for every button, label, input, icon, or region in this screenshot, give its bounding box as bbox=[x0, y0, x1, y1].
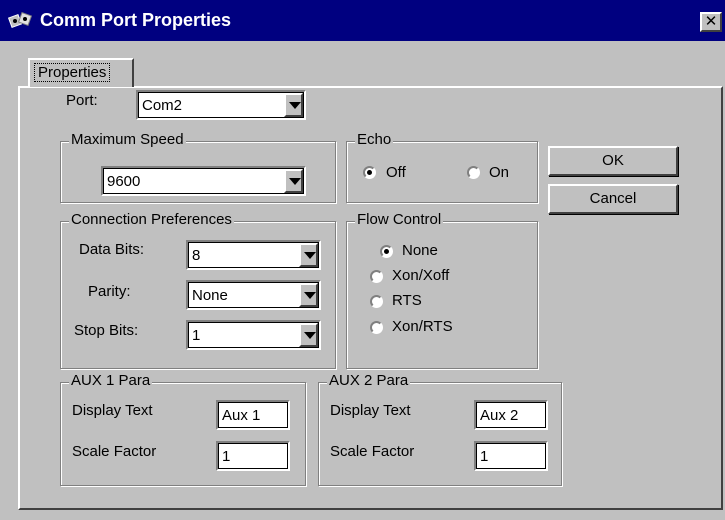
flow-none-radio[interactable] bbox=[380, 245, 393, 258]
port-value: Com2 bbox=[142, 97, 183, 114]
close-icon: ✕ bbox=[704, 13, 718, 30]
flow-none-label[interactable]: None bbox=[402, 242, 438, 259]
ok-button-label: OK bbox=[602, 152, 624, 169]
cancel-button[interactable]: Cancel bbox=[548, 184, 678, 214]
title-bar[interactable]: Comm Port Properties ✕ bbox=[0, 0, 725, 41]
data-bits-label: Data Bits: bbox=[79, 241, 145, 258]
aux1-display-text-value: Aux 1 bbox=[222, 407, 261, 424]
close-button[interactable]: ✕ bbox=[700, 12, 722, 32]
flow-control-legend: Flow Control bbox=[355, 211, 444, 228]
maximum-speed-value: 9600 bbox=[107, 173, 141, 190]
connection-preferences-legend: Connection Preferences bbox=[69, 211, 234, 228]
aux1-scale-factor-value: 1 bbox=[222, 448, 231, 465]
flow-xon-xoff-label[interactable]: Xon/Xoff bbox=[392, 267, 449, 284]
maximum-speed-legend: Maximum Speed bbox=[69, 131, 186, 148]
comm-ports-icon bbox=[8, 12, 33, 29]
tab-properties-label: Properties bbox=[34, 63, 111, 82]
flow-rts-label[interactable]: RTS bbox=[392, 292, 422, 309]
data-bits-value: 8 bbox=[192, 247, 201, 264]
ok-button[interactable]: OK bbox=[548, 146, 678, 176]
aux1-display-text-label: Display Text bbox=[72, 402, 153, 419]
parity-dropdown-arrow-icon[interactable] bbox=[299, 283, 318, 307]
port-dropdown-arrow-icon[interactable] bbox=[284, 93, 303, 117]
aux2-scale-factor-label: Scale Factor bbox=[330, 443, 415, 460]
aux1-legend: AUX 1 Para bbox=[69, 372, 153, 389]
aux2-display-text-input[interactable]: Aux 2 bbox=[474, 400, 548, 430]
cancel-button-label: Cancel bbox=[589, 190, 637, 207]
aux1-display-text-input[interactable]: Aux 1 bbox=[216, 400, 290, 430]
parity-value: None bbox=[192, 287, 228, 304]
port-label: Port: bbox=[66, 92, 98, 109]
flow-xon-rts-radio[interactable] bbox=[370, 321, 383, 334]
port-select[interactable]: Com2 bbox=[136, 90, 306, 120]
window-title: Comm Port Properties bbox=[40, 10, 232, 30]
maximum-speed-select[interactable]: 9600 bbox=[101, 166, 306, 196]
echo-legend: Echo bbox=[355, 131, 394, 148]
aux1-scale-factor-input[interactable]: 1 bbox=[216, 441, 290, 471]
aux2-scale-factor-input[interactable]: 1 bbox=[474, 441, 548, 471]
stop-bits-label: Stop Bits: bbox=[74, 322, 139, 339]
echo-on-label[interactable]: On bbox=[489, 164, 509, 181]
aux2-display-text-value: Aux 2 bbox=[480, 407, 519, 424]
aux2-scale-factor-value: 1 bbox=[480, 448, 489, 465]
maximum-speed-dropdown-arrow-icon[interactable] bbox=[284, 169, 303, 193]
data-bits-dropdown-arrow-icon[interactable] bbox=[299, 243, 318, 267]
flow-rts-radio[interactable] bbox=[370, 295, 383, 308]
stop-bits-select[interactable]: 1 bbox=[186, 320, 321, 350]
flow-xon-xoff-radio[interactable] bbox=[370, 270, 383, 283]
aux2-legend: AUX 2 Para bbox=[327, 372, 411, 389]
aux2-display-text-label: Display Text bbox=[330, 402, 411, 419]
aux1-scale-factor-label: Scale Factor bbox=[72, 443, 157, 460]
parity-label: Parity: bbox=[88, 283, 131, 300]
tab-properties[interactable]: Properties bbox=[28, 58, 134, 87]
echo-on-radio[interactable] bbox=[467, 166, 480, 179]
stop-bits-value: 1 bbox=[192, 327, 201, 344]
echo-off-radio[interactable] bbox=[363, 166, 376, 179]
flow-xon-rts-label[interactable]: Xon/RTS bbox=[392, 318, 453, 335]
echo-off-label[interactable]: Off bbox=[386, 164, 406, 181]
stop-bits-dropdown-arrow-icon[interactable] bbox=[299, 323, 318, 347]
data-bits-select[interactable]: 8 bbox=[186, 240, 321, 270]
parity-select[interactable]: None bbox=[186, 280, 321, 310]
